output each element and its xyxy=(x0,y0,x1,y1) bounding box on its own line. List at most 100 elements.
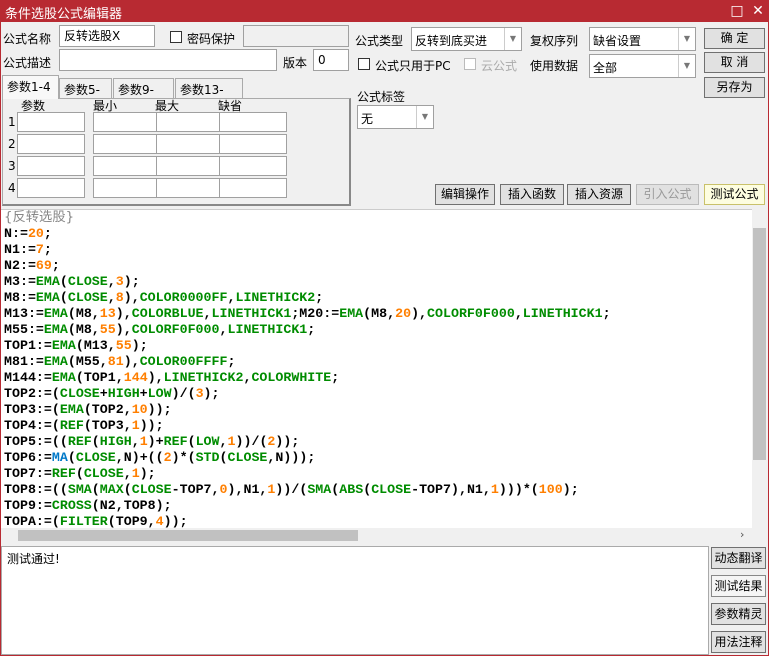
code-text: TOP3:=( xyxy=(4,402,60,417)
param-cell-default[interactable] xyxy=(219,156,287,176)
code-editor[interactable]: {反转选股} N:=20; N1:=7; N2:=69; M3:=EMA(CLOSE,3… xyxy=(1,209,752,528)
password-input[interactable] xyxy=(243,25,349,47)
name-label: 公式名称 xyxy=(3,32,52,46)
code-text: ); xyxy=(131,338,148,353)
type-label: 公式类型 xyxy=(355,34,404,48)
desc-label: 公式描述 xyxy=(3,56,52,70)
code-keyword: LOW xyxy=(195,434,220,449)
param-cell-name[interactable] xyxy=(17,134,85,154)
name-input[interactable]: 反转选股X xyxy=(59,25,155,47)
code-text: )/( xyxy=(171,386,196,401)
test-result-button[interactable]: 测试结果 xyxy=(711,575,766,597)
code-line: TOP1:=EMA(M13,55); xyxy=(4,338,752,354)
code-text: ; xyxy=(307,322,316,337)
code-text: (M8, xyxy=(67,322,100,337)
code-keyword: COLOR00FFFF xyxy=(139,354,228,369)
data-value: 全部 xyxy=(593,61,618,75)
edit-ops-button[interactable]: 编辑操作 xyxy=(435,184,495,205)
code-text: , xyxy=(123,466,132,481)
code-text: ; xyxy=(43,226,52,241)
param-cell-max[interactable] xyxy=(156,156,224,176)
code-text: ; xyxy=(51,258,60,273)
code-keyword: FILTER xyxy=(59,514,108,528)
data-select[interactable]: 全部 ▼ xyxy=(589,54,696,78)
code-text: M55:= xyxy=(4,322,44,337)
code-keyword: REF xyxy=(67,434,92,449)
code-text: M13:= xyxy=(4,306,44,321)
code-number: 3 xyxy=(195,386,204,401)
param-cell-min[interactable] xyxy=(93,156,161,176)
code-text: TOP7:= xyxy=(4,466,52,481)
code-number: 0 xyxy=(219,482,228,497)
cloud-checkbox[interactable] xyxy=(464,58,476,70)
param-cell-name[interactable] xyxy=(17,112,85,132)
param-cell-default[interactable] xyxy=(219,134,287,154)
code-text: ); xyxy=(139,466,156,481)
param-cell-min[interactable] xyxy=(93,134,161,154)
tab-params-5-8[interactable]: 参数5-8 xyxy=(59,78,112,112)
save-as-button[interactable]: 另存为 xyxy=(704,77,765,98)
param-cell-default[interactable] xyxy=(219,112,287,132)
code-keyword: REF xyxy=(163,434,188,449)
code-text: ))/( xyxy=(235,434,268,449)
code-number: 20 xyxy=(27,226,44,241)
code-keyword: LINETHICK1 xyxy=(522,306,603,321)
code-keyword: CLOSE xyxy=(67,274,108,289)
param-wizard-button[interactable]: 参数精灵 xyxy=(711,603,766,625)
ok-button[interactable]: 确 定 xyxy=(704,28,765,49)
maximize-icon[interactable]: □ xyxy=(728,2,746,20)
vertical-scroll-thumb[interactable] xyxy=(753,228,766,460)
param-cell-max[interactable] xyxy=(156,178,224,198)
code-text: M81:= xyxy=(4,354,44,369)
scroll-right-icon[interactable]: › xyxy=(740,528,744,541)
code-keyword: CLOSE xyxy=(83,466,124,481)
param-cell-max[interactable] xyxy=(156,134,224,154)
code-number: 55 xyxy=(115,338,132,353)
param-cell-name[interactable] xyxy=(17,156,85,176)
code-keyword: CROSS xyxy=(51,498,92,513)
horizontal-scroll-thumb[interactable] xyxy=(18,530,358,541)
pc-only-checkbox[interactable] xyxy=(358,58,370,70)
code-keyword: COLORWHITE xyxy=(251,370,332,385)
fq-select[interactable]: 缺省设置 ▼ xyxy=(589,27,696,51)
code-keyword: SMA xyxy=(307,482,332,497)
tab-params-1-4[interactable]: 参数1-4 xyxy=(2,75,59,99)
chevron-down-icon: ▼ xyxy=(678,55,695,77)
cancel-button[interactable]: 取 消 xyxy=(704,52,765,73)
dynamic-translate-button[interactable]: 动态翻译 xyxy=(711,547,766,569)
usage-notes-button[interactable]: 用法注释 xyxy=(711,631,766,653)
desc-input[interactable] xyxy=(59,49,277,71)
tag-select[interactable]: 无 ▼ xyxy=(357,105,434,129)
insert-function-button[interactable]: 插入函数 xyxy=(500,184,564,205)
tag-value: 无 xyxy=(361,112,374,126)
code-number: 1 xyxy=(227,434,236,449)
code-text: , xyxy=(107,290,116,305)
param-cell-min[interactable] xyxy=(93,178,161,198)
code-keyword: COLORF0F000 xyxy=(131,322,220,337)
code-text: )); xyxy=(163,514,188,528)
version-input[interactable]: 0 xyxy=(313,49,349,71)
code-line: {反转选股} xyxy=(4,210,752,226)
password-checkbox[interactable] xyxy=(170,31,182,43)
close-icon[interactable]: ✕ xyxy=(749,2,767,20)
code-keyword: LINETHICK1 xyxy=(227,322,308,337)
tab-params-13-16[interactable]: 参数13-16 xyxy=(175,78,243,112)
code-keyword: EMA xyxy=(51,338,76,353)
insert-resource-button[interactable]: 插入资源 xyxy=(567,184,631,205)
password-label: 密码保护 xyxy=(187,32,236,46)
code-number: 144 xyxy=(123,370,148,385)
param-cell-default[interactable] xyxy=(219,178,287,198)
type-select[interactable]: 反转到底买进 ▼ xyxy=(411,27,522,51)
code-keyword: LINETHICK2 xyxy=(235,290,316,305)
type-value: 反转到底买进 xyxy=(415,34,488,48)
test-formula-button[interactable]: 测试公式 xyxy=(704,184,765,205)
chevron-down-icon: ▼ xyxy=(504,28,521,50)
tab-params-9-12[interactable]: 参数9-12 xyxy=(113,78,174,112)
param-cell-min[interactable] xyxy=(93,112,161,132)
code-number: 10 xyxy=(131,402,148,417)
import-formula-button[interactable]: 引入公式 xyxy=(636,184,699,205)
param-cell-max[interactable] xyxy=(156,112,224,132)
param-cell-name[interactable] xyxy=(17,178,85,198)
code-text: ( xyxy=(59,290,68,305)
code-text: ), xyxy=(411,306,428,321)
